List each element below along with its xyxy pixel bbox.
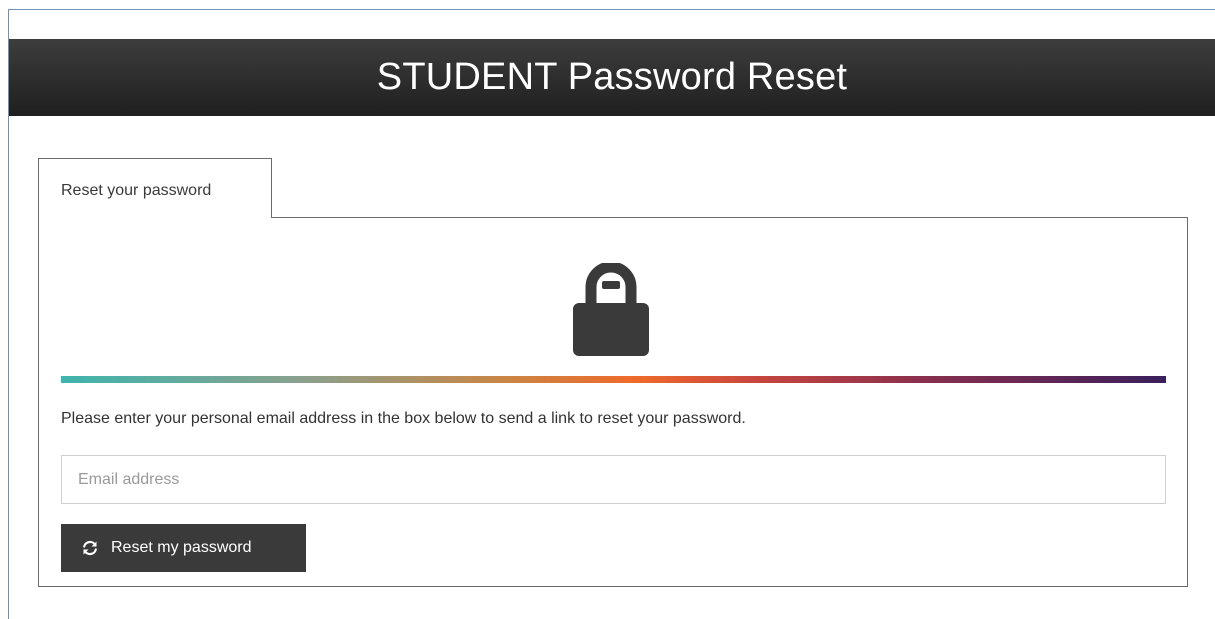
reset-button-label: Reset my password: [111, 539, 252, 556]
tab-reset-password[interactable]: Reset your password: [38, 158, 272, 218]
refresh-icon: [81, 539, 99, 557]
gradient-divider: [61, 376, 1166, 383]
header-bar: STUDENT Password Reset: [9, 39, 1215, 116]
reset-panel: Please enter your personal email address…: [38, 217, 1188, 587]
lock-icon: [571, 261, 651, 358]
page-frame: STUDENT Password Reset Reset your passwo…: [8, 9, 1215, 619]
tab-label: Reset your password: [61, 182, 212, 199]
email-field[interactable]: [61, 455, 1166, 504]
instruction-text: Please enter your personal email address…: [61, 410, 746, 427]
reset-password-button[interactable]: Reset my password: [61, 524, 306, 572]
page-title: STUDENT Password Reset: [376, 56, 848, 98]
